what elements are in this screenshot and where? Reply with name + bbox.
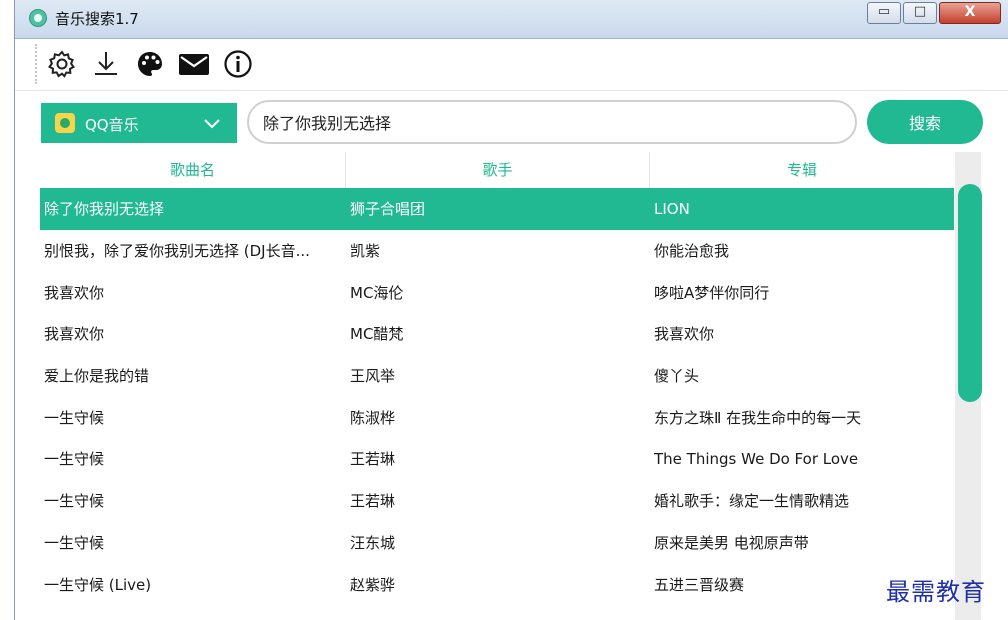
toolbar-divider — [15, 90, 1008, 91]
table-row[interactable]: 一生守候 陈淑桦 东方之珠Ⅱ 在我生命中的每一天 — [40, 396, 954, 438]
album-cell: 哆啦A梦伴你同行 — [654, 283, 770, 302]
artist-cell: 狮子合唱团 — [350, 200, 426, 219]
table-row[interactable]: 一生守候 王若琳 The Things We Do For Love — [40, 438, 954, 480]
palette-icon[interactable] — [133, 47, 167, 81]
close-button[interactable]: X — [939, 2, 1001, 24]
song-cell: 别恨我，除了爱你我别无选择 (DJ长音... — [44, 242, 310, 261]
table-row[interactable]: 一生守候 (Live) 赵紫骅 五进三晋级赛 — [40, 563, 954, 605]
music-source-dropdown[interactable]: QQ音乐 — [41, 103, 237, 143]
settings-icon[interactable] — [45, 47, 79, 81]
song-cell: 我喜欢你 — [44, 325, 105, 344]
table-row[interactable]: 爱上你是我的错 王风举 傻丫头 — [40, 355, 954, 397]
info-icon[interactable] — [221, 47, 255, 81]
qq-music-icon — [55, 113, 75, 133]
music-source-label: QQ音乐 — [85, 116, 139, 134]
minimize-icon: ▭ — [877, 4, 891, 19]
table-row[interactable]: 我喜欢你 MC海伦 哆啦A梦伴你同行 — [40, 271, 954, 313]
column-header-artist[interactable]: 歌手 — [346, 152, 650, 188]
artist-cell: 陈淑桦 — [350, 408, 396, 427]
column-header-song[interactable]: 歌曲名 — [40, 152, 346, 188]
close-icon: X — [964, 4, 976, 20]
minimize-button[interactable]: ▭ — [867, 2, 901, 24]
app-window: 音乐搜索1.7 ▭ □ X QQ音乐 除了你我别无选择 搜索 歌曲名 歌手 专辑… — [14, 0, 1008, 620]
artist-cell: 凯紫 — [350, 242, 381, 261]
song-cell: 一生守候 — [44, 492, 105, 511]
song-cell: 爱上你是我的错 — [44, 367, 150, 386]
song-cell: 我喜欢你 — [44, 283, 105, 302]
album-cell: 婚礼歌手：缘定一生情歌精选 — [654, 492, 850, 511]
artist-cell: 赵紫骅 — [350, 575, 396, 594]
table-row[interactable]: 除了你我别无选择 狮子合唱团 LION — [40, 188, 954, 230]
song-cell: 一生守候 — [44, 408, 105, 427]
window-title: 音乐搜索1.7 — [55, 10, 139, 28]
column-header-album[interactable]: 专辑 — [650, 152, 954, 188]
scrollbar-thumb[interactable] — [958, 184, 982, 402]
watermark-text: 最需教育 — [886, 578, 986, 606]
search-input[interactable] — [247, 100, 857, 144]
artist-cell: 王若琳 — [350, 450, 396, 469]
album-cell: 原来是美男 电视原声带 — [654, 533, 809, 552]
album-cell: 东方之珠Ⅱ 在我生命中的每一天 — [654, 408, 862, 427]
title-bar[interactable]: 音乐搜索1.7 ▭ □ X — [15, 0, 1008, 39]
song-cell: 一生守候 — [44, 450, 105, 469]
window-controls: ▭ □ X — [865, 2, 1001, 24]
artist-cell: MC醋梵 — [350, 325, 404, 344]
toolbar — [35, 44, 255, 84]
download-icon[interactable] — [89, 47, 123, 81]
artist-cell: 王风举 — [350, 367, 396, 386]
album-cell: 你能治愈我 — [654, 242, 730, 261]
album-cell: The Things We Do For Love — [654, 449, 859, 468]
song-cell: 一生守候 (Live) — [44, 575, 152, 594]
results-table-body: 除了你我别无选择 狮子合唱团 LION 别恨我，除了爱你我别无选择 (DJ长音.… — [40, 188, 954, 605]
table-row[interactable]: 一生守候 王若琳 婚礼歌手：缘定一生情歌精选 — [40, 480, 954, 522]
song-cell: 一生守候 — [44, 533, 105, 552]
artist-cell: 汪东城 — [350, 533, 396, 552]
album-cell: LION — [654, 199, 690, 218]
app-logo-icon — [29, 9, 47, 27]
song-cell: 除了你我别无选择 — [44, 200, 165, 219]
table-row[interactable]: 我喜欢你 MC醋梵 我喜欢你 — [40, 313, 954, 355]
artist-cell: 王若琳 — [350, 492, 396, 511]
maximize-icon: □ — [913, 4, 927, 19]
results-table-header: 歌曲名 歌手 专辑 — [40, 152, 954, 189]
table-row[interactable]: 别恨我，除了爱你我别无选择 (DJ长音... 凯紫 你能治愈我 — [40, 230, 954, 272]
table-row[interactable]: 一生守候 汪东城 原来是美男 电视原声带 — [40, 522, 954, 564]
album-cell: 我喜欢你 — [654, 325, 715, 344]
mail-icon[interactable] — [177, 47, 211, 81]
album-cell: 傻丫头 — [654, 367, 700, 386]
chevron-down-icon — [204, 119, 220, 129]
artist-cell: MC海伦 — [350, 283, 404, 302]
maximize-button[interactable]: □ — [903, 2, 937, 24]
search-button[interactable]: 搜索 — [867, 100, 983, 144]
